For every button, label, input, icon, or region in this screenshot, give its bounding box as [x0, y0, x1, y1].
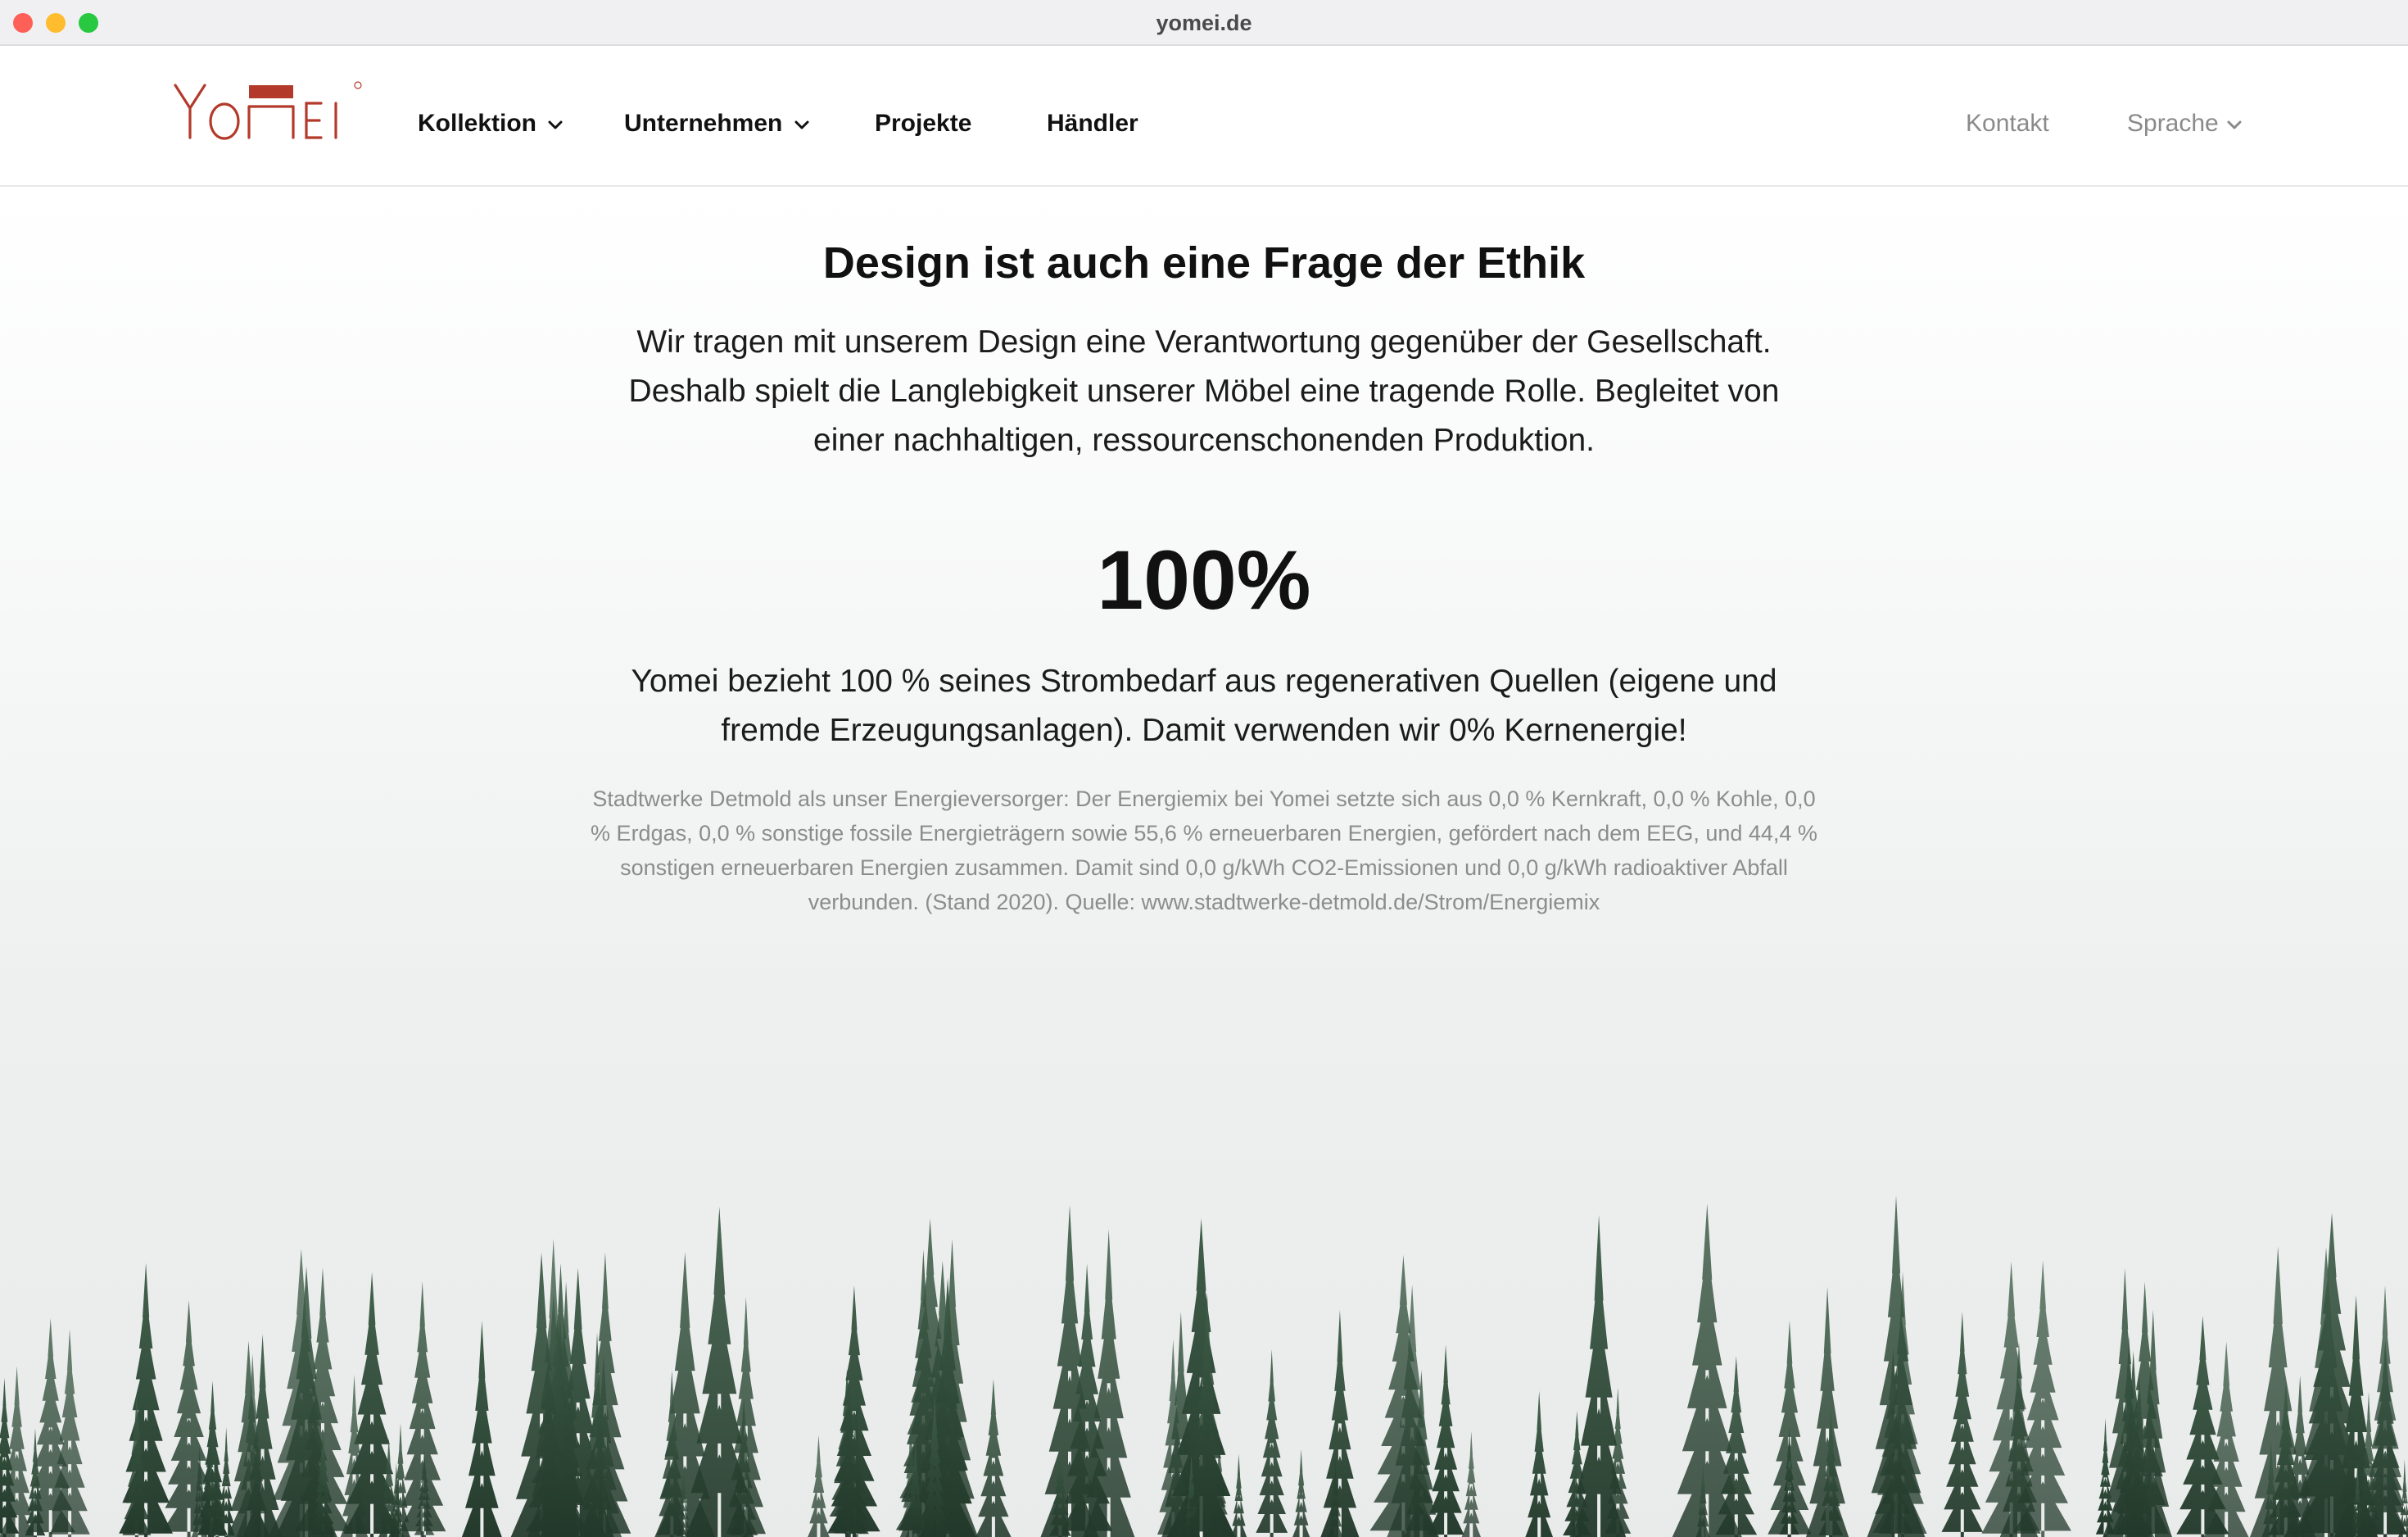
site-header: Kollektion Unternehmen Projekte Händler … [0, 46, 2408, 187]
tree-silhouette [975, 1378, 1012, 1537]
yomei-logo[interactable] [172, 79, 364, 144]
tree-silhouette [808, 1435, 830, 1537]
chevron-down-icon [548, 120, 563, 129]
browser-titlebar: yomei.de [0, 0, 2408, 46]
nav-projekte[interactable]: Projekte [875, 110, 971, 138]
tree-silhouette [1941, 1311, 1984, 1537]
tree-silhouette [1256, 1349, 1288, 1537]
ethics-section: Design ist auch eine Frage der Ethik Wir… [0, 188, 2408, 1537]
nav-kollektion-label: Kollektion [418, 110, 537, 137]
energy-mix-fineprint: Stadtwerke Detmold als unser Energievers… [591, 787, 1817, 914]
nav-projekte-label: Projekte [875, 110, 972, 137]
tree-silhouette [1292, 1449, 1310, 1537]
intro-paragraph: Wir tragen mit unserem Design eine Veran… [628, 324, 1780, 458]
tree-silhouette [399, 1281, 446, 1537]
language-selector[interactable]: Sprache [2127, 110, 2243, 138]
tree-silhouette [461, 1320, 502, 1537]
nav-kontakt[interactable]: Kontakt [1966, 110, 2049, 138]
tree-silhouette [1320, 1309, 1360, 1537]
nav-unternehmen[interactable]: Unternehmen [624, 110, 811, 138]
energy-claim: Yomei bezieht 100 % seines Strombedarf a… [631, 664, 1777, 748]
nav-kontakt-label: Kontakt [1966, 110, 2049, 137]
tree-silhouette [2095, 1417, 2116, 1537]
tree-silhouette [1768, 1321, 1812, 1537]
nav-haendler-label: Händler [1047, 110, 1138, 137]
nav-unternehmen-label: Unternehmen [624, 110, 783, 137]
stat-value: 100% [1097, 533, 1311, 627]
forest-background-image [0, 1195, 2408, 1537]
section-headline: Design ist auch eine Frage der Ethik [822, 238, 1586, 288]
tree-silhouette [1369, 1254, 1437, 1537]
nav-kollektion[interactable]: Kollektion [418, 110, 564, 138]
tree-silhouette [1867, 1195, 1926, 1537]
window-title: yomei.de [1156, 11, 1252, 35]
tree-silhouette [161, 1300, 216, 1537]
tree-silhouette [119, 1263, 173, 1537]
tree-silhouette [1572, 1214, 1627, 1537]
tree-silhouette [1525, 1390, 1553, 1537]
chevron-down-icon [794, 120, 809, 129]
language-selector-label: Sprache [2127, 110, 2219, 137]
nav-haendler[interactable]: Händler [1047, 110, 1138, 138]
tree-silhouette [1230, 1453, 1247, 1537]
chevron-down-icon [2227, 120, 2242, 129]
tree-silhouette [1461, 1430, 1481, 1537]
tree-silhouette [828, 1285, 880, 1537]
tree-silhouette [1981, 1261, 2041, 1537]
